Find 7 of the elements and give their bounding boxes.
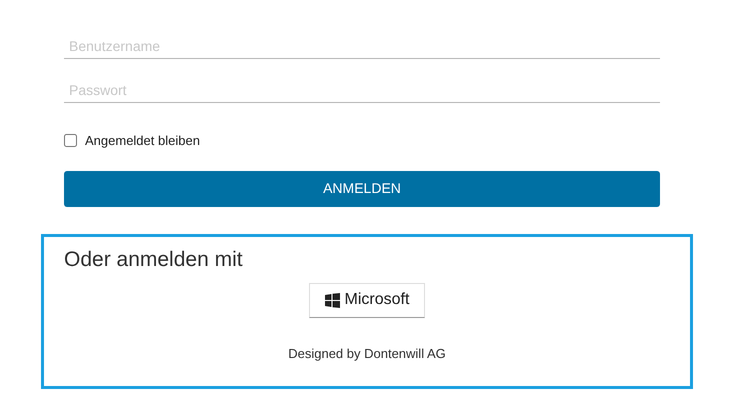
login-button[interactable]: ANMELDEN (64, 170, 660, 206)
footer-text: Designed by Dontenwill AG (288, 344, 446, 363)
microsoft-login-button[interactable]: Microsoft (308, 282, 426, 318)
remember-checkbox[interactable] (64, 134, 77, 148)
remember-label: Angemeldet bleiben (85, 132, 200, 150)
section-heading: Oder anmelden mit (64, 246, 243, 272)
windows-icon (324, 292, 340, 308)
